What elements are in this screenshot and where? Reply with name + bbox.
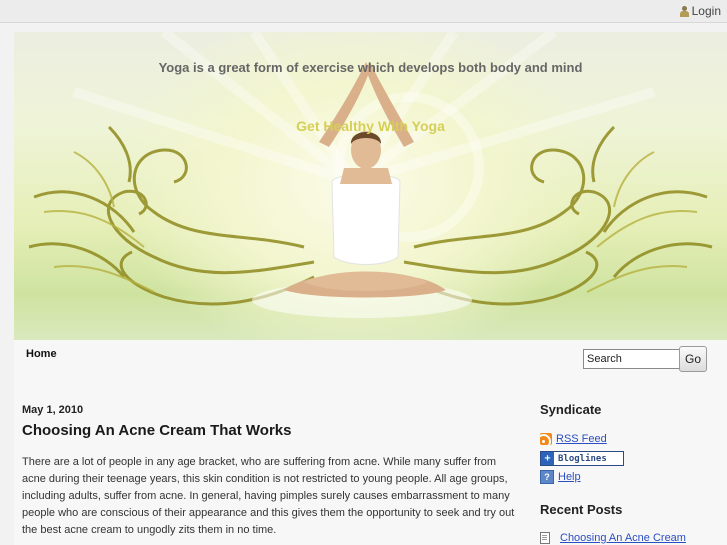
rss-feed-item[interactable]: RSS Feed <box>540 433 607 445</box>
post-date: May 1, 2010 <box>22 404 84 416</box>
bloglines-item[interactable]: + Bloglines <box>540 451 624 466</box>
site-title[interactable]: Get Healthy With Yoga <box>14 118 727 134</box>
top-bar: Login <box>0 0 727 23</box>
post-line: acne during their teenage years, this sk… <box>22 473 508 485</box>
recent-post-link[interactable]: Choosing An Acne Cream <box>560 532 686 544</box>
post-excerpt: There are a lot of people in any age bra… <box>22 454 522 539</box>
person-icon <box>679 5 689 17</box>
bloglines-button[interactable]: + Bloglines <box>540 451 624 466</box>
rss-icon <box>540 433 552 445</box>
rss-feed-link[interactable]: RSS Feed <box>556 433 607 445</box>
banner-artwork <box>28 32 713 318</box>
login-label: Login <box>691 4 721 18</box>
help-link[interactable]: Help <box>558 471 581 483</box>
nav-home-link[interactable]: Home <box>26 348 57 360</box>
post-line: including adults, suffer from acne. In g… <box>22 490 510 502</box>
post-line: the best acne cream to ungodly zits them… <box>22 524 277 536</box>
site-tagline: Yoga is a great form of exercise which d… <box>158 60 583 75</box>
post-title-link[interactable]: Choosing An Acne Cream That Works <box>22 422 291 439</box>
page-icon <box>540 532 550 544</box>
search-input[interactable] <box>583 349 682 369</box>
bloglines-label: Bloglines <box>558 453 607 464</box>
page-container: Yoga is a great form of exercise which d… <box>14 32 727 545</box>
login-link[interactable]: Login <box>679 4 721 18</box>
post-line: people who are conscious of their appear… <box>22 507 515 519</box>
syndicate-heading: Syndicate <box>540 402 602 417</box>
bloglines-icon: + <box>541 452 554 465</box>
search-go-button[interactable]: Go <box>679 346 707 372</box>
help-icon: ? <box>540 470 554 484</box>
recent-post-item[interactable]: Choosing An Acne Cream <box>540 532 686 544</box>
post-line: There are a lot of people in any age bra… <box>22 456 497 468</box>
help-item[interactable]: ? Help <box>540 470 581 484</box>
recent-posts-heading: Recent Posts <box>540 502 623 517</box>
header-banner: Yoga is a great form of exercise which d… <box>14 32 727 340</box>
